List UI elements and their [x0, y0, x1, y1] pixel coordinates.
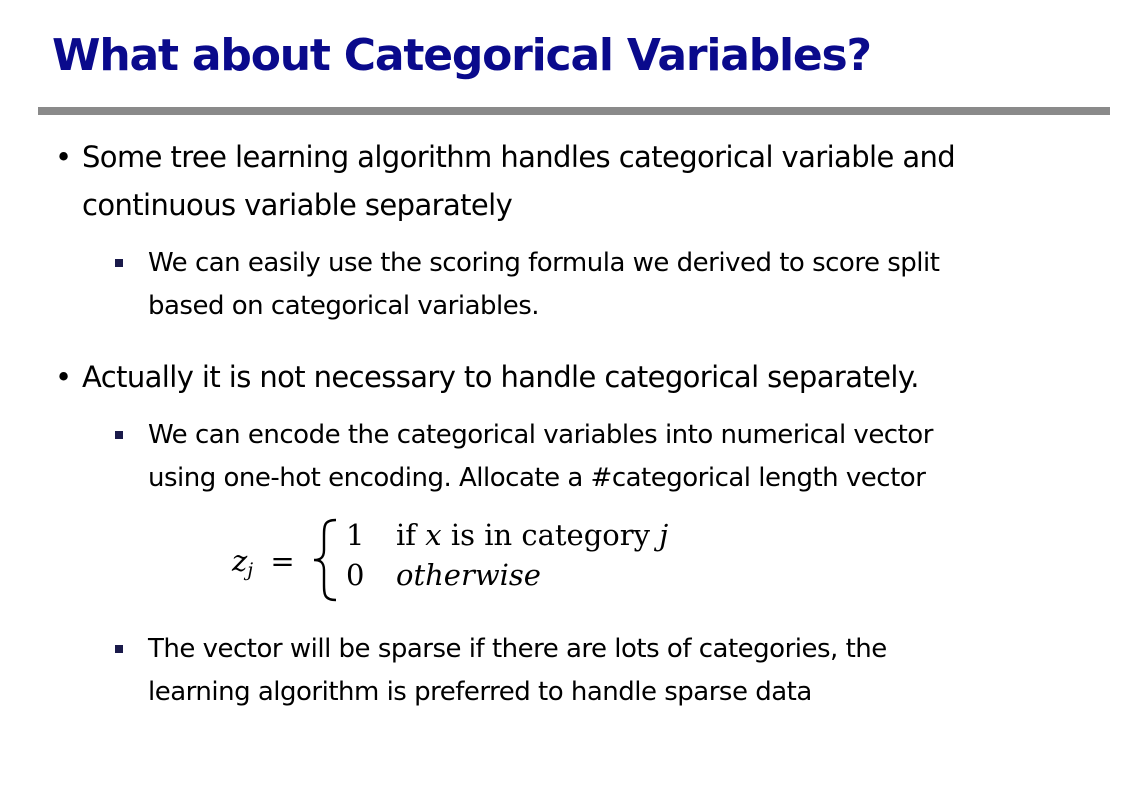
sub-bullet-1-1-line-1: We can easily use the scoring formula we… [148, 248, 940, 278]
formula-case-1: 1 if x is in category j [346, 518, 668, 552]
bullet-dot: • [55, 140, 72, 174]
formula-case-2: 0 otherwise [346, 558, 541, 592]
bullet-2-line-1: Actually it is not necessary to handle c… [82, 360, 920, 394]
formula-lhs-sub: j [247, 559, 254, 581]
sub-bullet-2-1: We can encode the categorical variables … [115, 414, 933, 500]
bullet-2: • Actually it is not necessary to handle… [55, 353, 920, 401]
slide-title: What about Categorical Variables? [52, 30, 872, 81]
sub-bullet-2-1-line-2: using one-hot encoding. Allocate a #cate… [148, 463, 926, 493]
formula-lhs-var: z [232, 544, 248, 578]
title-divider [38, 107, 1110, 115]
bullet-1-line-2: continuous variable separately [82, 188, 513, 222]
formula-case-1-var: x [425, 518, 442, 552]
sub-bullet-square [115, 259, 123, 267]
sub-bullet-2-2-line-1: The vector will be sparse if there are l… [148, 634, 887, 664]
formula-case-1-cat: j [659, 518, 669, 552]
formula-case-2-text: otherwise [396, 558, 541, 592]
formula-equals: = [270, 544, 295, 578]
formula-lhs: zj = [232, 544, 295, 581]
sub-bullet-square [115, 431, 123, 439]
left-brace-icon [313, 518, 337, 602]
sub-bullet-2-1-line-1: We can encode the categorical variables … [148, 420, 933, 450]
sub-bullet-2-2: The vector will be sparse if there are l… [115, 628, 887, 714]
one-hot-formula: zj = 1 if x is in category j 0 otherwise [232, 518, 712, 602]
sub-bullet-square [115, 645, 123, 653]
sub-bullet-1-1: We can easily use the scoring formula we… [115, 242, 940, 328]
sub-bullet-2-2-line-2: learning algorithm is preferred to handl… [148, 677, 812, 707]
bullet-dot: • [55, 360, 72, 394]
bullet-1: • Some tree learning algorithm handles c… [55, 133, 956, 229]
formula-case-1-value: 1 [346, 518, 365, 552]
sub-bullet-1-1-line-2: based on categorical variables. [148, 291, 540, 321]
formula-case-1-if: if [396, 518, 417, 552]
bullet-1-line-1: Some tree learning algorithm handles cat… [82, 140, 956, 174]
formula-case-2-value: 0 [346, 558, 365, 592]
formula-case-1-text: is in category [450, 518, 650, 552]
